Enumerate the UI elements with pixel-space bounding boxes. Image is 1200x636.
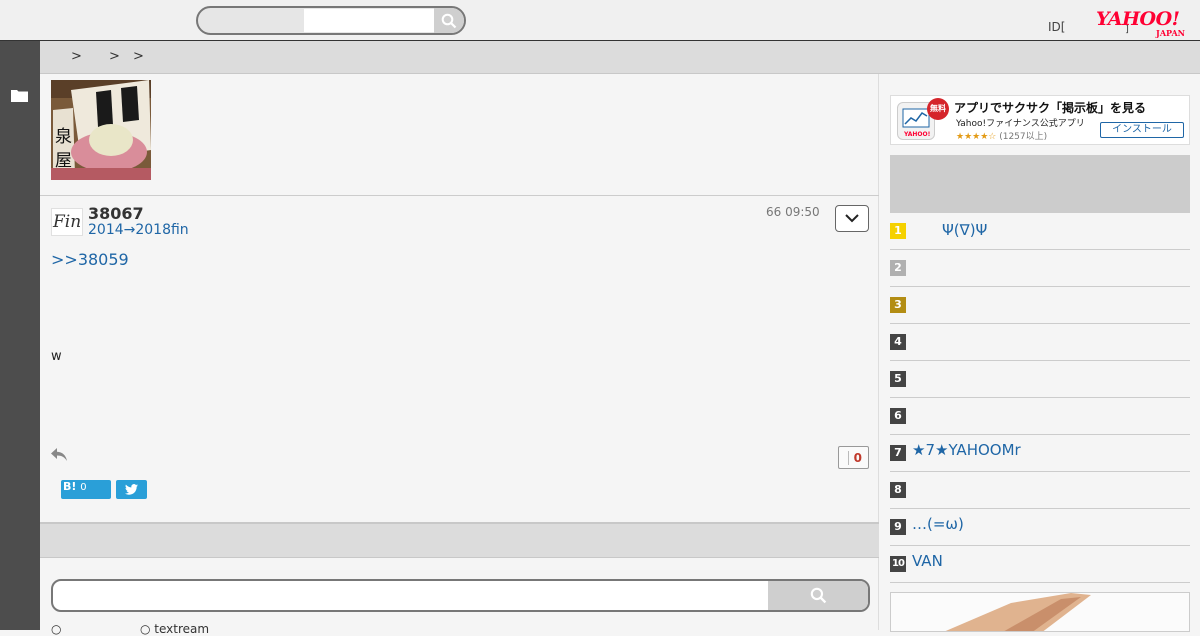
search-icon xyxy=(441,13,457,28)
ranking-list: 1 Ψ(∇)Ψ 2 3 4 5 6 7 ★7★YAHOOMr 8 9 …(=ω) 10 VAN xyxy=(890,213,1190,583)
folder-icon[interactable] xyxy=(11,88,28,102)
post-body: w xyxy=(51,349,62,364)
hatena-bookmark-button[interactable]: B! 0 xyxy=(61,480,111,499)
svg-text:泉: 泉 xyxy=(55,127,72,147)
ranking-number: 9 xyxy=(890,519,906,535)
ranking-item[interactable]: 7 ★7★YAHOOMr xyxy=(890,435,1190,472)
post-number: 38067 xyxy=(88,204,144,223)
sidebar-image[interactable] xyxy=(890,592,1190,632)
ranking-number: 4 xyxy=(890,334,906,350)
bottom-search-button[interactable] xyxy=(768,581,868,610)
ranking-item[interactable]: 3 xyxy=(890,287,1190,324)
reply-anchor-link[interactable]: >>38059 xyxy=(51,250,129,269)
top-header: ID[ ] YAHOO! JAPAN xyxy=(0,0,1200,41)
main-content: 泉 屋 Fin 38067 2014→2018fin 66 09:50 >>38… xyxy=(40,74,879,636)
avatar[interactable]: Fin xyxy=(51,208,83,236)
ad-title: アプリでサクサク「掲示板」を見る xyxy=(954,101,1147,115)
ranking-item[interactable]: 9 …(=ω) xyxy=(890,509,1190,546)
right-sidebar: YAHOO! 無料 アプリでサクサク「掲示板」を見る Yahoo!ファイナンス公… xyxy=(880,74,1200,632)
search-scope-radio-textream[interactable]: ○ textream xyxy=(140,622,209,636)
breadcrumb-sep-1: > xyxy=(71,49,82,64)
ranking-number: 7 xyxy=(890,445,906,461)
chevron-down-icon xyxy=(845,214,859,223)
like-count: 0 xyxy=(853,451,862,465)
search-scope-radio-1[interactable]: ○ xyxy=(51,622,61,636)
ranking-number: 6 xyxy=(890,408,906,424)
post-timestamp: 66 09:50 xyxy=(766,205,820,219)
ranking-item[interactable]: 1 Ψ(∇)Ψ xyxy=(890,213,1190,250)
hatena-count: 0 xyxy=(80,482,87,493)
ranking-number: 8 xyxy=(890,482,906,498)
twitter-icon xyxy=(125,484,138,495)
header-search-input[interactable] xyxy=(304,9,434,32)
ranking-item[interactable]: 6 xyxy=(890,398,1190,435)
ranking-number: 5 xyxy=(890,371,906,387)
sidebar-photo xyxy=(891,593,1189,631)
rating-stars: ★★★★☆ xyxy=(956,132,997,142)
yahoo-japan-logo[interactable]: YAHOO! JAPAN xyxy=(1096,8,1188,38)
breadcrumb-sep-3: > xyxy=(133,49,144,64)
breadcrumb: > > > xyxy=(40,41,1200,74)
ranking-title-link[interactable]: VAN xyxy=(912,552,943,570)
bottom-search xyxy=(51,579,870,612)
ranking-title-link[interactable]: Ψ(∇)Ψ xyxy=(912,219,987,240)
section-band xyxy=(40,522,879,558)
ad-rating: ★★★★☆ (1257以上) xyxy=(956,129,1047,142)
free-badge: 無料 xyxy=(927,98,949,120)
board-thumbnail[interactable]: 泉 屋 xyxy=(51,80,151,180)
ranking-item[interactable]: 10 VAN xyxy=(890,546,1190,583)
twitter-share-button[interactable] xyxy=(116,480,147,499)
breadcrumb-sep-2: > xyxy=(109,49,120,64)
ranking-header xyxy=(890,155,1190,213)
logo-sub-text: JAPAN xyxy=(1156,28,1185,38)
ranking-item[interactable]: 8 xyxy=(890,472,1190,509)
post-author-link[interactable]: 2014→2018fin xyxy=(88,222,189,238)
ranking-title-link[interactable]: ★7★YAHOOMr xyxy=(912,441,1021,459)
ranking-number: 3 xyxy=(890,297,906,313)
thumbnail-image: 泉 屋 xyxy=(51,80,151,180)
svg-text:YAHOO!: YAHOO! xyxy=(903,131,930,138)
install-button[interactable]: インストール xyxy=(1100,122,1184,138)
search-icon xyxy=(810,587,826,604)
ranking-number: 1 xyxy=(890,223,906,239)
hatena-label: B! xyxy=(63,480,77,493)
like-divider xyxy=(848,451,849,465)
ranking-number: 2 xyxy=(890,260,906,276)
logo-main-text: YAHOO! xyxy=(1096,8,1180,30)
divider xyxy=(40,195,879,196)
login-id-link[interactable]: ID[ xyxy=(1048,20,1065,34)
ranking-title-link[interactable]: …(=ω) xyxy=(912,515,964,533)
left-rail xyxy=(0,41,40,630)
header-search-button[interactable] xyxy=(434,8,464,33)
bottom-search-input[interactable] xyxy=(61,585,761,606)
ranking-item[interactable]: 4 xyxy=(890,324,1190,361)
ranking-item[interactable]: 2 xyxy=(890,250,1190,287)
ranking-item[interactable]: 5 xyxy=(890,361,1190,398)
ranking-number: 10 xyxy=(890,556,906,572)
review-count: (1257以上) xyxy=(999,132,1048,142)
app-ad-banner[interactable]: YAHOO! 無料 アプリでサクサク「掲示板」を見る Yahoo!ファイナンス公… xyxy=(890,95,1190,145)
header-search xyxy=(196,6,466,35)
reply-icon xyxy=(51,448,67,461)
ad-subtitle: Yahoo!ファイナンス公式アプリ xyxy=(956,119,1085,129)
like-button[interactable]: 0 xyxy=(838,446,869,469)
reply-button[interactable] xyxy=(50,445,68,467)
post-menu-button[interactable] xyxy=(835,205,869,232)
